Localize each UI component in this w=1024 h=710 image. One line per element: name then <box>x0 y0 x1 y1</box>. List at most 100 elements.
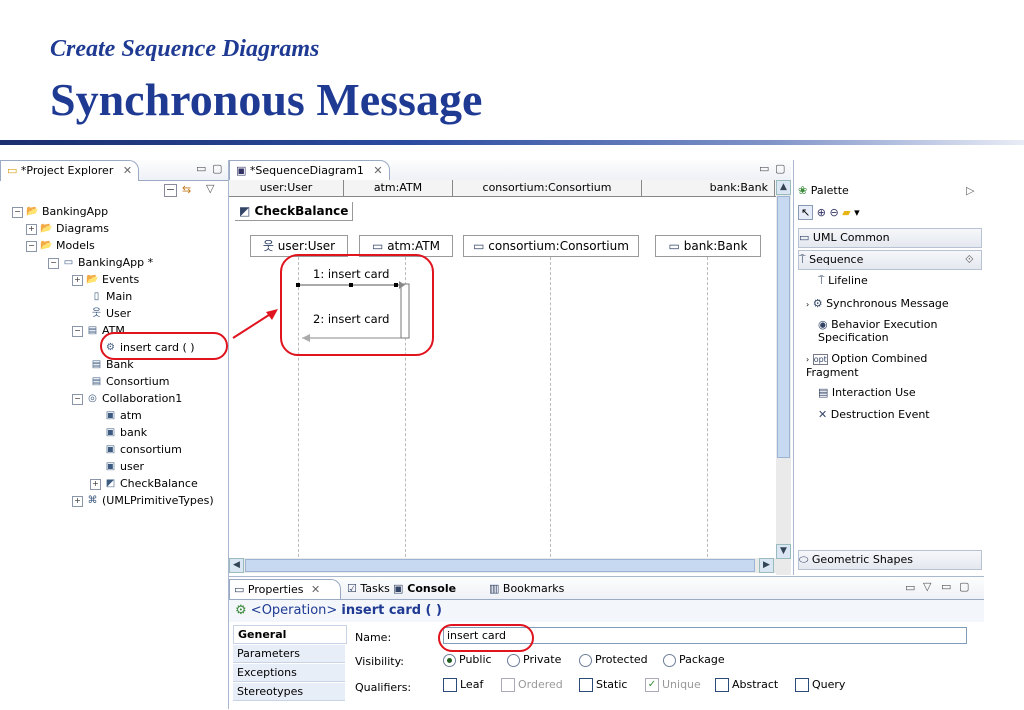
radio[interactable] <box>579 653 592 667</box>
execution-icon: ◉ <box>818 318 828 331</box>
checkbox[interactable] <box>795 678 809 692</box>
element-kind: <Operation> <box>250 603 338 618</box>
lifeline-header-bar: user:User atm:ATM consortium:Consortium … <box>229 180 791 197</box>
minimize-icon[interactable]: ▭ <box>941 580 951 593</box>
qualifier-leaf[interactable]: Leaf <box>443 678 483 692</box>
checkbox[interactable] <box>579 678 593 692</box>
slide-divider <box>0 140 1024 145</box>
drawer-uml-common[interactable]: ▭ UML Common <box>798 228 982 248</box>
expand-toggle-icon[interactable]: + <box>90 478 101 490</box>
visibility-public[interactable]: Public <box>443 653 492 667</box>
tab-label: Tasks <box>360 582 390 595</box>
minimize-icon[interactable]: ▭ <box>759 162 769 175</box>
maximize-icon[interactable]: ▢ <box>959 580 969 593</box>
slide-title: Synchronous Message <box>50 74 483 125</box>
item-label: Destruction Event <box>830 408 930 421</box>
scroll-thumb[interactable] <box>245 559 755 572</box>
scroll-right-button[interactable]: ▶ <box>759 558 774 573</box>
horizontal-scrollbar[interactable]: ◀ ▶ <box>229 558 776 573</box>
drawer-sequence[interactable]: ⍑ Sequence ⟐ <box>798 250 982 270</box>
tab-properties[interactable]: ▭ Properties ✕ <box>229 579 341 599</box>
drawer-geometric-shapes[interactable]: ⬭ Geometric Shapes <box>798 550 982 570</box>
collapse-palette-icon[interactable]: ▷ <box>966 182 974 200</box>
palette-title: Palette <box>810 184 849 197</box>
expand-icon[interactable]: › <box>806 355 809 364</box>
annotation-arrow <box>232 309 278 339</box>
dropdown-icon[interactable]: ▾ <box>854 206 860 219</box>
palette-item-lifeline[interactable]: ⍑ Lifeline <box>818 272 1004 290</box>
tree-item[interactable]: ▣ user <box>104 459 144 475</box>
visibility-private[interactable]: Private <box>507 653 561 667</box>
qualifier-abstract[interactable]: Abstract <box>715 678 778 692</box>
select-tool-icon[interactable]: ↖ <box>798 205 814 220</box>
close-icon[interactable]: ✕ <box>373 164 382 177</box>
tree-item[interactable]: ▣ consortium <box>104 442 182 458</box>
checkbox[interactable] <box>501 678 515 692</box>
option-label: Protected <box>595 653 648 666</box>
scroll-thumb[interactable] <box>777 196 790 458</box>
tab-tasks[interactable]: ☑ Tasks <box>347 579 390 599</box>
expand-icon[interactable]: › <box>806 300 809 309</box>
tree-node-icon: ▣ <box>105 410 116 421</box>
tree-item[interactable]: + ⌘ (UMLPrimitiveTypes) <box>72 493 214 509</box>
visibility-protected[interactable]: Protected <box>579 653 648 667</box>
palette-item-behavior-execution[interactable]: ◉ Behavior Execution Specification <box>818 318 968 348</box>
tab-console[interactable]: ▣ Console <box>393 579 456 599</box>
close-icon[interactable]: ✕ <box>311 583 320 596</box>
visibility-package[interactable]: Package <box>663 653 725 667</box>
tree-item[interactable]: ▣ atm <box>104 408 142 424</box>
checkmark-icon[interactable]: ✓ <box>645 678 659 692</box>
tree-node-icon: ▤ <box>91 359 102 370</box>
tree-item[interactable]: ▣ bank <box>104 425 147 441</box>
checkbox[interactable] <box>715 678 729 692</box>
qualifier-ordered[interactable]: Ordered <box>501 678 563 692</box>
radio-selected[interactable] <box>443 653 456 667</box>
destruction-icon: ✕ <box>818 408 828 421</box>
category-exceptions[interactable]: Exceptions <box>233 664 345 682</box>
tree-item[interactable]: − ◎ Collaboration1 <box>72 391 182 407</box>
maximize-icon[interactable]: ▢ <box>775 162 785 175</box>
tree-item[interactable]: + ◩ CheckBalance <box>90 476 198 492</box>
scroll-up-button[interactable]: ▲ <box>776 180 791 195</box>
checkbox[interactable] <box>443 678 457 692</box>
scroll-left-button[interactable]: ◀ <box>229 558 244 573</box>
palette-item-option-fragment[interactable]: › opt Option Combined Fragment <box>806 352 956 382</box>
expand-toggle-icon[interactable]: − <box>72 393 83 405</box>
pin-icon[interactable]: ⟐ <box>965 251 974 269</box>
vertical-scrollbar[interactable]: ▲ ▼ <box>776 180 791 575</box>
qualifier-unique[interactable]: ✓ Unique <box>645 678 701 692</box>
scroll-down-button[interactable]: ▼ <box>776 544 791 559</box>
tree-node-icon: ⌘ <box>87 495 98 506</box>
category-parameters[interactable]: Parameters <box>233 645 345 663</box>
option-label: Static <box>596 678 628 691</box>
palette-header[interactable]: ❀ Palette ▷ <box>798 182 984 200</box>
tree-item[interactable]: ▤ Consortium <box>90 374 170 390</box>
zoom-out-icon[interactable]: ⊖ <box>829 206 838 219</box>
radio[interactable] <box>507 653 520 667</box>
qualifier-query[interactable]: Query <box>795 678 845 692</box>
tree-item-label: Consortium <box>106 375 170 388</box>
dropdown-icon[interactable]: ▽ <box>923 580 931 593</box>
item-label: Lifeline <box>828 274 868 287</box>
palette-item-destruction-event[interactable]: ✕ Destruction Event <box>818 406 1004 424</box>
tree-item-label: Collaboration1 <box>102 392 183 405</box>
note-icon[interactable]: ▰ <box>842 206 850 219</box>
tab-bookmarks[interactable]: ▥ Bookmarks <box>489 579 564 599</box>
diagram-canvas[interactable]: ◩ CheckBalance 웃 user:User ▭ atm:ATM ▭ c… <box>229 197 775 557</box>
expand-toggle-icon[interactable]: + <box>72 495 83 507</box>
category-stereotypes[interactable]: Stereotypes <box>233 683 345 701</box>
zoom-in-icon[interactable]: ⊕ <box>817 206 826 219</box>
properties-icon: ▭ <box>234 583 245 596</box>
category-general[interactable]: General <box>233 625 347 644</box>
properties-title: ⚙ <Operation> insert card ( ) <box>229 600 984 622</box>
header-cell: bank:Bank <box>642 180 775 196</box>
radio[interactable] <box>663 653 676 667</box>
tree-node-icon: ▣ <box>105 461 116 472</box>
palette-item-synchronous-message[interactable]: › ⚙ Synchronous Message <box>806 295 992 313</box>
message-icon: ⚙ <box>812 297 823 310</box>
lifeline-icon: ⍑ <box>799 253 806 266</box>
qualifier-static[interactable]: Static <box>579 678 627 692</box>
palette-item-interaction-use[interactable]: ▤ Interaction Use <box>818 384 1004 402</box>
palette-toolbar: ↖ ⊕ ⊖ ▰ ▾ <box>798 204 984 222</box>
view-menu-icon[interactable]: ▭ <box>905 581 915 594</box>
